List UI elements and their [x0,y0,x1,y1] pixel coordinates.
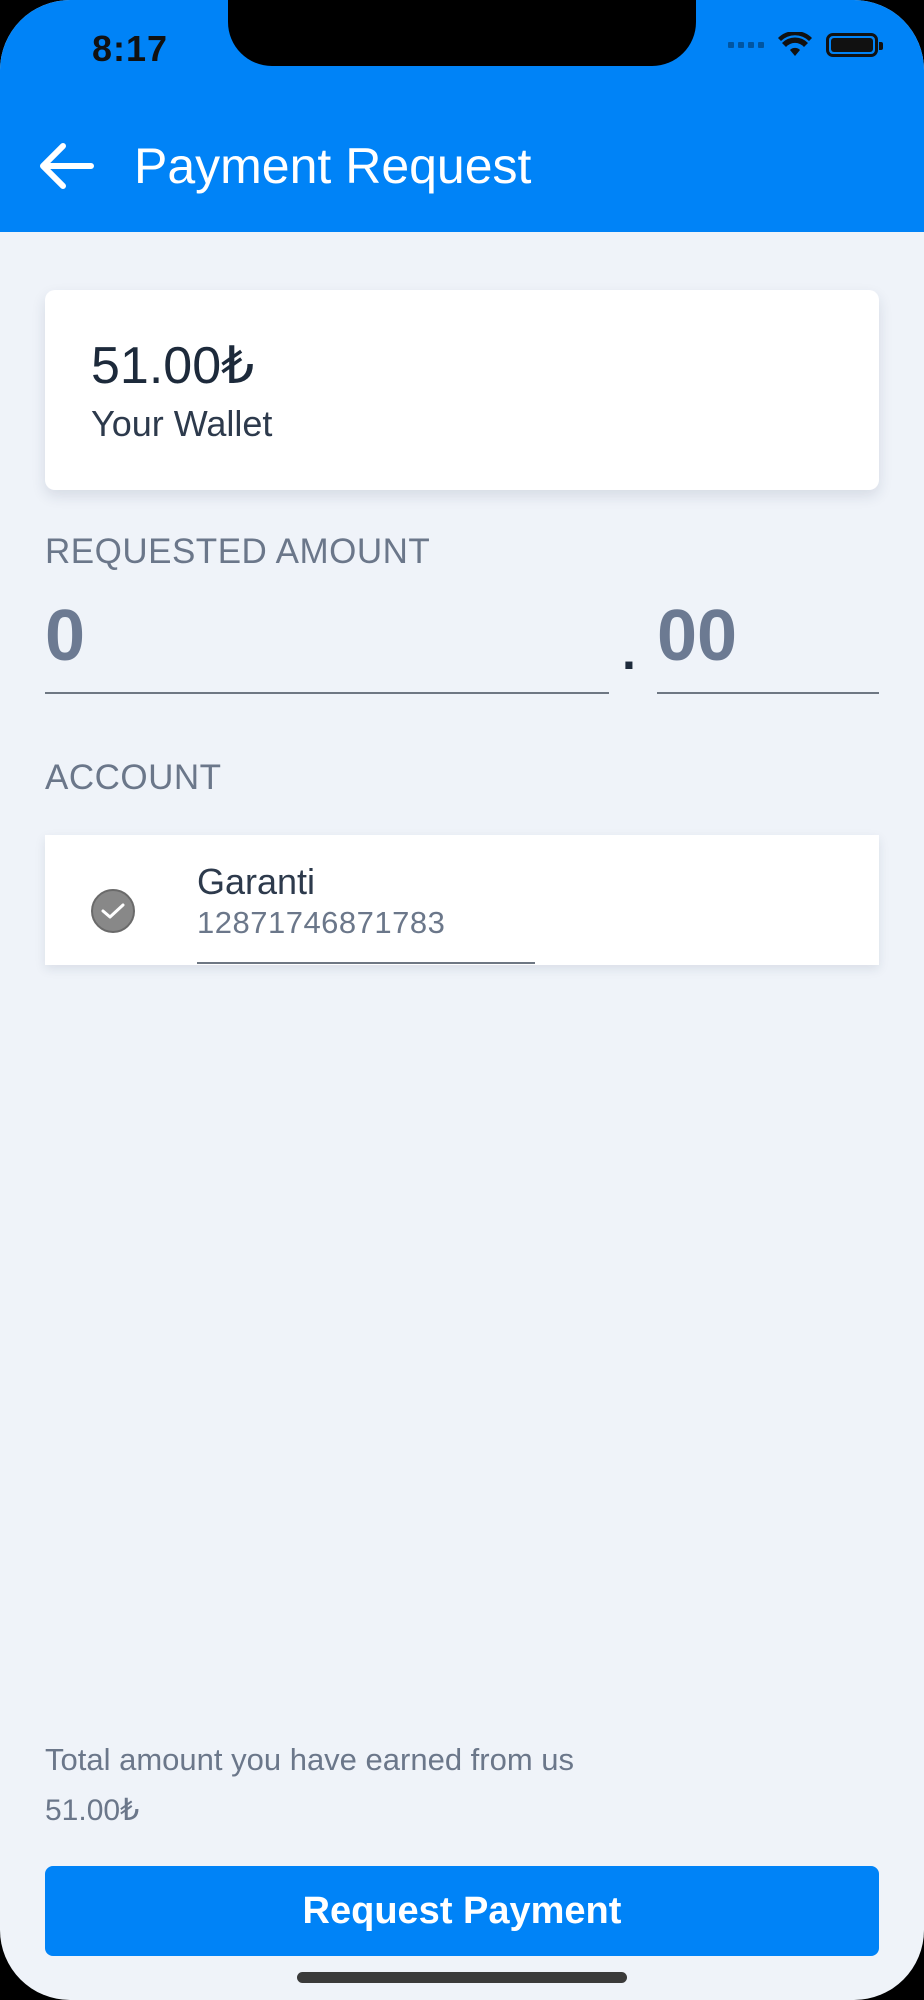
wifi-icon [778,32,812,56]
account-list-item[interactable]: Garanti 12871746871783 [45,835,879,965]
wallet-card: 51.00₺ Your Wallet [45,290,879,490]
account-bank-name: Garanti [197,861,316,902]
account-divider [197,962,535,964]
back-button[interactable] [30,130,102,202]
status-icons [728,32,883,58]
wallet-label: Your Wallet [91,403,273,444]
status-time: 8:17 [92,28,169,69]
device-notch [228,0,696,66]
requested-amount-label: REQUESTED AMOUNT [45,532,431,571]
account-label: ACCOUNT [45,758,222,797]
signal-icon [728,42,764,48]
amount-integer-value: 0 [45,596,86,676]
amount-decimal-value: 00 [657,596,738,676]
page-title: Payment Request [134,138,532,194]
battery-icon [826,33,883,57]
amount-decimal-field[interactable]: 00 [657,600,879,694]
request-payment-button[interactable]: Request Payment [45,1866,879,1956]
checkmark-circle-icon [91,889,135,933]
arrow-left-icon [40,143,94,189]
earned-total-label: Total amount you have earned from us [45,1742,575,1777]
app-screen: 8:17 Payment Request 51.00₺ Your Wallet [0,0,924,2000]
earned-total-value: 51.00₺ [45,1794,140,1827]
account-number: 12871746871783 [197,905,446,940]
wallet-amount: 51.00₺ [91,337,255,395]
app-header: 8:17 Payment Request [0,0,924,232]
home-indicator[interactable] [297,1972,627,1983]
decimal-separator: . [622,624,636,680]
amount-integer-field[interactable]: 0 [45,600,609,694]
